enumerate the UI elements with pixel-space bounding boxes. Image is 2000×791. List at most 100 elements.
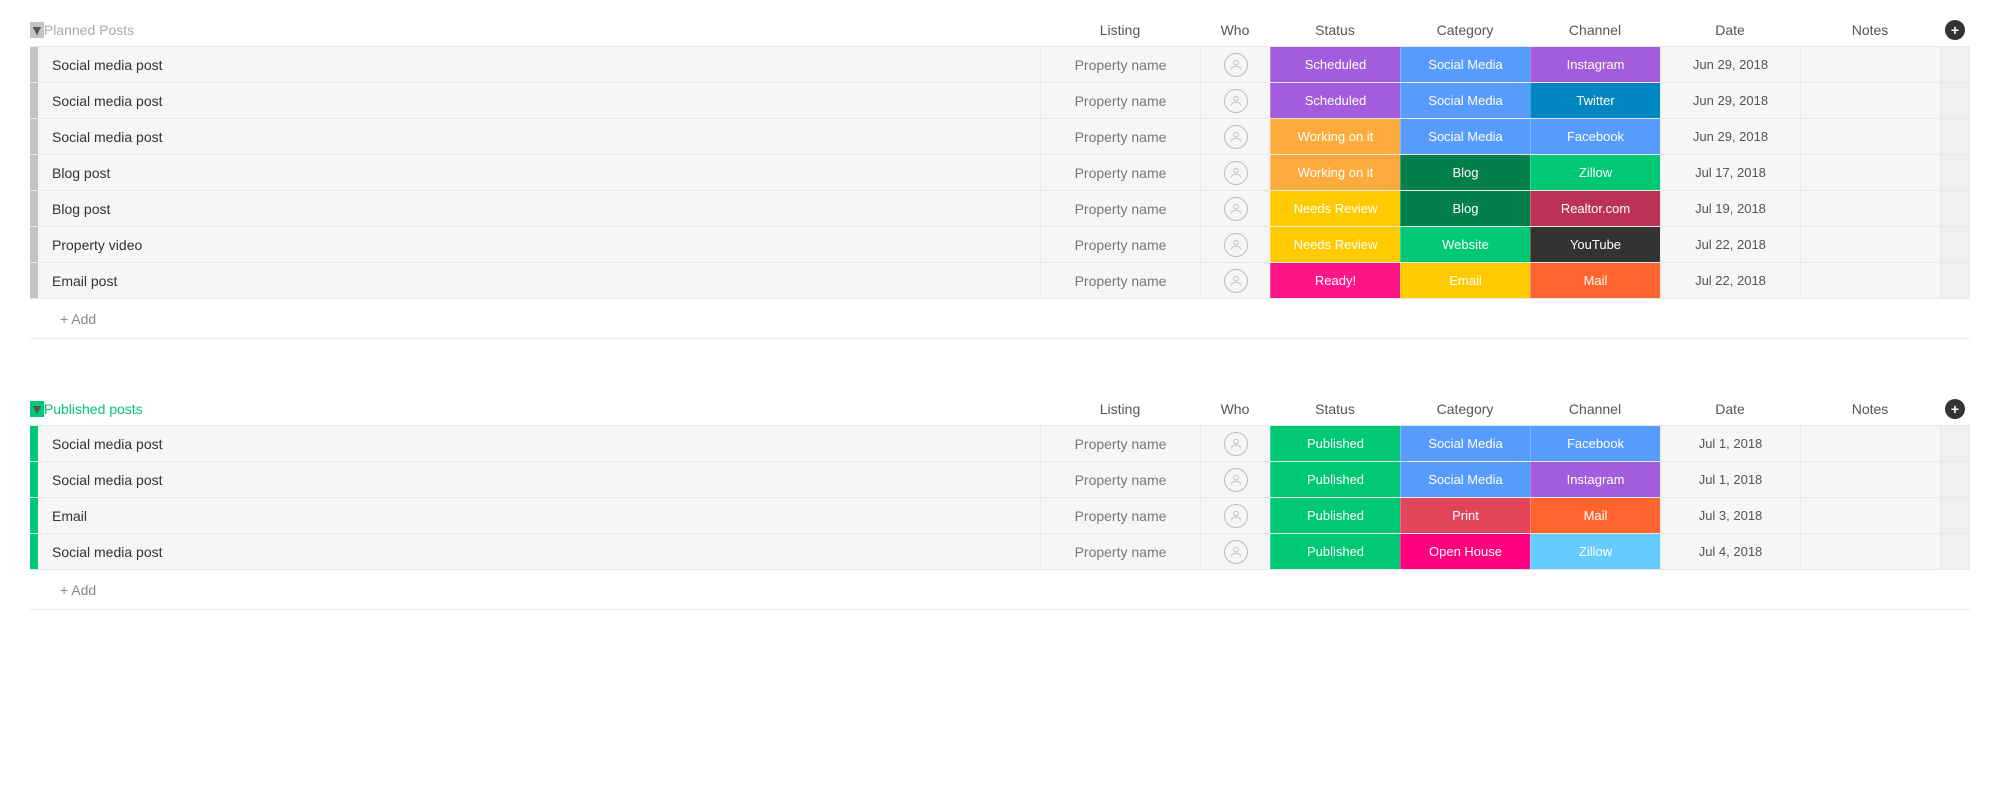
who-cell[interactable]: [1200, 119, 1270, 154]
channel-tag[interactable]: Facebook: [1530, 119, 1660, 154]
status-tag[interactable]: Ready!: [1270, 263, 1400, 298]
row-title[interactable]: Social media post: [38, 426, 1040, 461]
row-title[interactable]: Property video: [38, 227, 1040, 262]
notes-cell[interactable]: [1800, 155, 1940, 190]
column-header-notes[interactable]: Notes: [1800, 20, 1940, 40]
date-cell[interactable]: Jul 19, 2018: [1660, 191, 1800, 226]
date-cell[interactable]: Jul 17, 2018: [1660, 155, 1800, 190]
table-row[interactable]: EmailProperty namePublishedPrintMailJul …: [30, 498, 1970, 534]
notes-cell[interactable]: [1800, 83, 1940, 118]
date-cell[interactable]: Jul 22, 2018: [1660, 263, 1800, 298]
status-tag[interactable]: Published: [1270, 534, 1400, 569]
table-row[interactable]: Social media postProperty name PublishedO…: [30, 534, 1970, 570]
notes-cell[interactable]: [1800, 263, 1940, 298]
listing-cell[interactable]: Property name: [1040, 119, 1200, 154]
date-cell[interactable]: Jul 1, 2018: [1660, 462, 1800, 497]
listing-cell[interactable]: Property name: [1040, 155, 1200, 190]
row-title[interactable]: Blog post: [38, 191, 1040, 226]
column-header-date[interactable]: Date: [1660, 20, 1800, 40]
status-tag[interactable]: Working on it: [1270, 119, 1400, 154]
listing-cell[interactable]: Property name: [1040, 498, 1200, 533]
notes-cell[interactable]: [1800, 426, 1940, 461]
status-tag[interactable]: Published: [1270, 498, 1400, 533]
row-title[interactable]: Social media post: [38, 83, 1040, 118]
listing-cell[interactable]: Property name: [1040, 227, 1200, 262]
column-header-category[interactable]: Category: [1400, 399, 1530, 419]
who-cell[interactable]: [1200, 47, 1270, 82]
channel-tag[interactable]: Mail: [1530, 498, 1660, 533]
listing-cell[interactable]: Property name: [1040, 426, 1200, 461]
date-cell[interactable]: Jun 29, 2018: [1660, 83, 1800, 118]
add-column-button[interactable]: +: [1945, 399, 1965, 419]
category-tag[interactable]: Open House: [1400, 534, 1530, 569]
channel-tag[interactable]: Instagram: [1530, 47, 1660, 82]
category-tag[interactable]: Website: [1400, 227, 1530, 262]
column-header-channel[interactable]: Channel: [1530, 399, 1660, 419]
group-collapse-toggle[interactable]: ▼: [30, 22, 44, 38]
date-cell[interactable]: Jun 29, 2018: [1660, 47, 1800, 82]
table-row[interactable]: Property videoProperty name Needs ReviewW…: [30, 227, 1970, 263]
row-title[interactable]: Social media post: [38, 462, 1040, 497]
status-tag[interactable]: Scheduled: [1270, 83, 1400, 118]
who-cell[interactable]: [1200, 83, 1270, 118]
notes-cell[interactable]: [1800, 498, 1940, 533]
listing-cell[interactable]: Property name: [1040, 263, 1200, 298]
who-cell[interactable]: [1200, 263, 1270, 298]
column-header-notes[interactable]: Notes: [1800, 399, 1940, 419]
date-cell[interactable]: Jul 1, 2018: [1660, 426, 1800, 461]
who-cell[interactable]: [1200, 426, 1270, 461]
status-tag[interactable]: Needs Review: [1270, 191, 1400, 226]
table-row[interactable]: Blog postProperty nameNeeds ReviewBlogRe…: [30, 191, 1970, 227]
column-header-who[interactable]: Who: [1200, 20, 1270, 40]
listing-cell[interactable]: Property name: [1040, 534, 1200, 569]
who-cell[interactable]: [1200, 155, 1270, 190]
category-tag[interactable]: Social Media: [1400, 462, 1530, 497]
status-tag[interactable]: Needs Review: [1270, 227, 1400, 262]
notes-cell[interactable]: [1800, 119, 1940, 154]
channel-tag[interactable]: Realtor.com: [1530, 191, 1660, 226]
date-cell[interactable]: Jun 29, 2018: [1660, 119, 1800, 154]
column-header-channel[interactable]: Channel: [1530, 20, 1660, 40]
add-row[interactable]: + Add: [30, 570, 1970, 610]
listing-cell[interactable]: Property name: [1040, 83, 1200, 118]
category-tag[interactable]: Social Media: [1400, 47, 1530, 82]
row-title[interactable]: Email: [38, 498, 1040, 533]
column-header-status[interactable]: Status: [1270, 20, 1400, 40]
table-row[interactable]: Social media postProperty name ScheduledS…: [30, 83, 1970, 119]
category-tag[interactable]: Social Media: [1400, 119, 1530, 154]
row-title[interactable]: Social media post: [38, 47, 1040, 82]
table-row[interactable]: Social media postProperty name PublishedS…: [30, 462, 1970, 498]
column-header-listing[interactable]: Listing: [1040, 399, 1200, 419]
channel-tag[interactable]: Twitter: [1530, 83, 1660, 118]
notes-cell[interactable]: [1800, 47, 1940, 82]
add-row[interactable]: + Add: [30, 299, 1970, 339]
who-cell[interactable]: [1200, 462, 1270, 497]
table-row[interactable]: Social media postProperty namePublishedS…: [30, 426, 1970, 462]
channel-tag[interactable]: Zillow: [1530, 534, 1660, 569]
notes-cell[interactable]: [1800, 191, 1940, 226]
listing-cell[interactable]: Property name: [1040, 47, 1200, 82]
channel-tag[interactable]: Zillow: [1530, 155, 1660, 190]
row-title[interactable]: Social media post: [38, 534, 1040, 569]
who-cell[interactable]: [1200, 498, 1270, 533]
group-title[interactable]: Planned Posts: [44, 22, 134, 38]
row-title[interactable]: Email post: [38, 263, 1040, 298]
group-collapse-toggle[interactable]: ▼: [30, 401, 44, 417]
status-tag[interactable]: Published: [1270, 462, 1400, 497]
channel-tag[interactable]: Instagram: [1530, 462, 1660, 497]
row-title[interactable]: Social media post: [38, 119, 1040, 154]
table-row[interactable]: Social media postProperty nameScheduledS…: [30, 47, 1970, 83]
notes-cell[interactable]: [1800, 462, 1940, 497]
add-column-button[interactable]: +: [1945, 20, 1965, 40]
column-header-date[interactable]: Date: [1660, 399, 1800, 419]
channel-tag[interactable]: Mail: [1530, 263, 1660, 298]
listing-cell[interactable]: Property name: [1040, 462, 1200, 497]
table-row[interactable]: Blog postProperty nameWorking on itBlogZ…: [30, 155, 1970, 191]
category-tag[interactable]: Print: [1400, 498, 1530, 533]
group-title[interactable]: Published posts: [44, 401, 143, 417]
status-tag[interactable]: Working on it: [1270, 155, 1400, 190]
channel-tag[interactable]: Facebook: [1530, 426, 1660, 461]
category-tag[interactable]: Email: [1400, 263, 1530, 298]
category-tag[interactable]: Social Media: [1400, 83, 1530, 118]
table-row[interactable]: Social media postProperty name Working on…: [30, 119, 1970, 155]
